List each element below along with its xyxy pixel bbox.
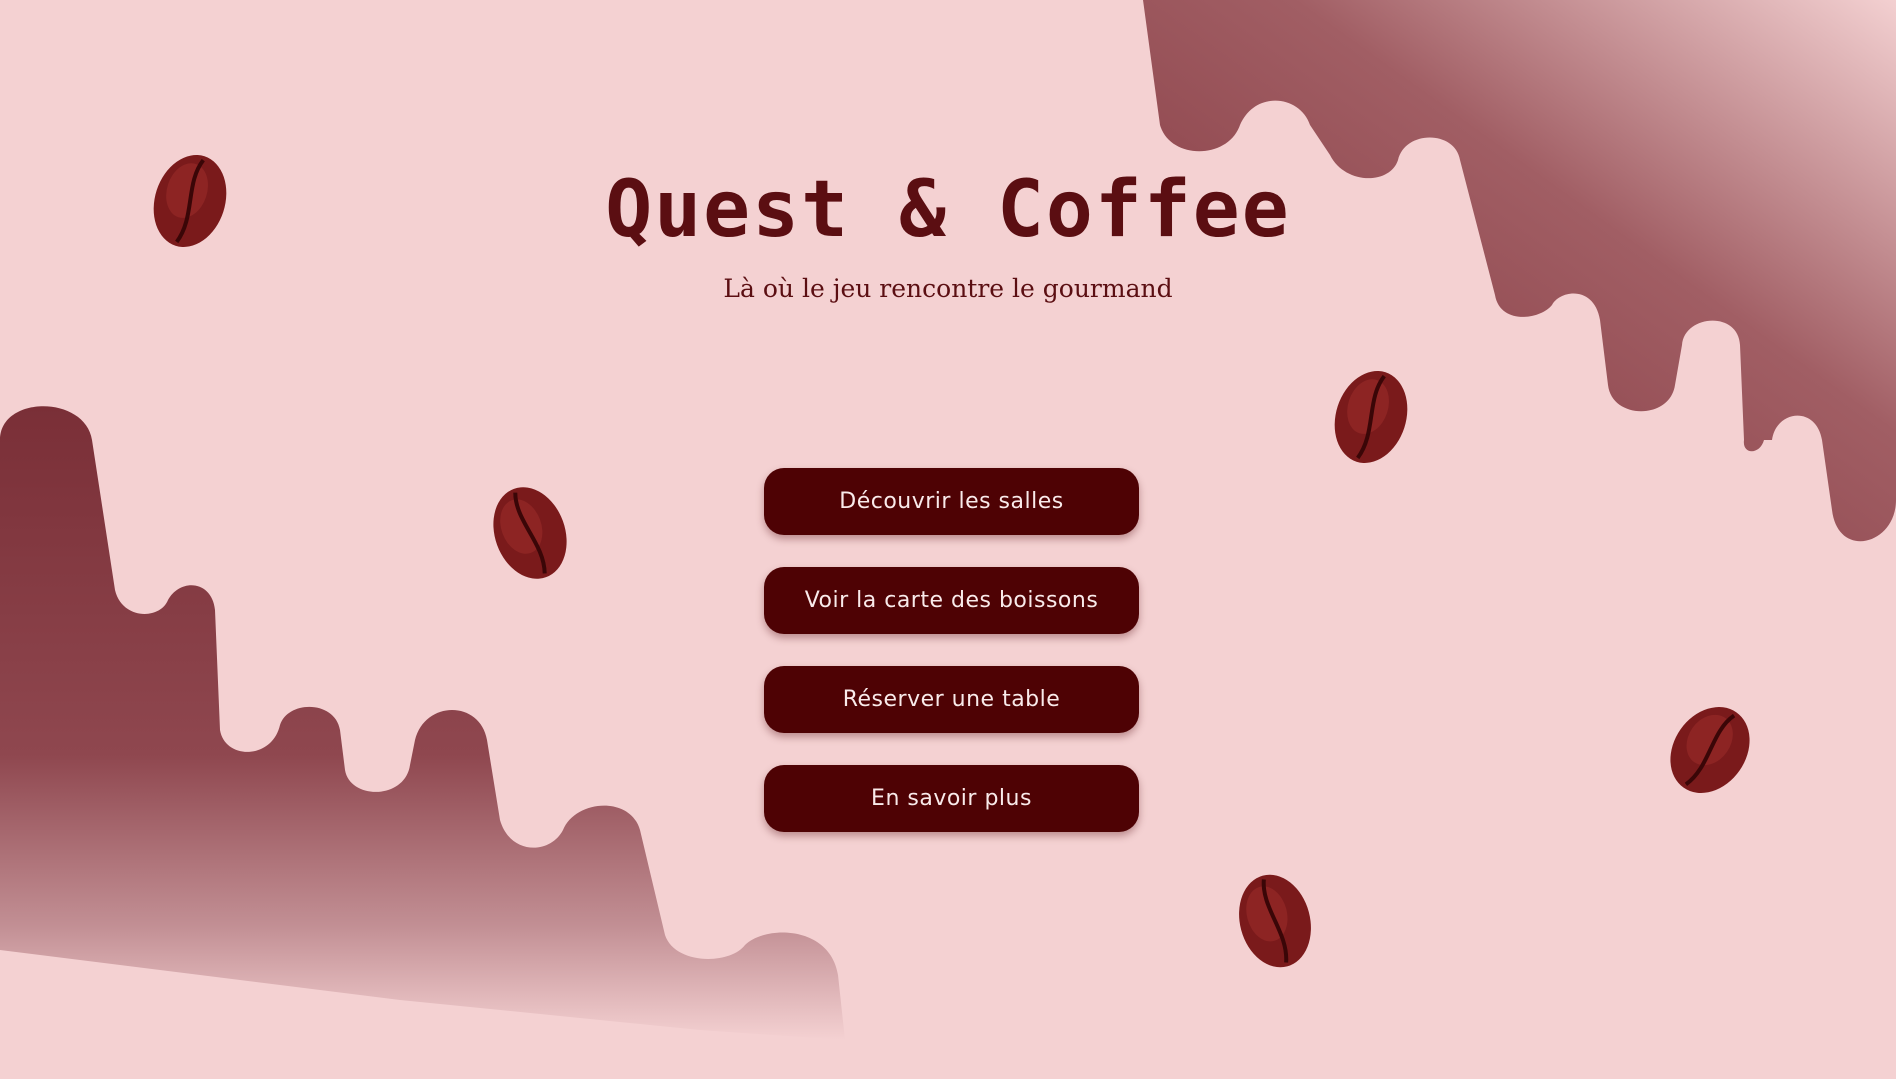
drinks-menu-button[interactable]: Voir la carte des boissons bbox=[764, 567, 1139, 634]
coffee-bean-icon bbox=[493, 487, 567, 579]
bottom-left-drip bbox=[0, 406, 845, 1040]
page-subtitle: Là où le jeu rencontre le gourmand bbox=[723, 273, 1173, 303]
learn-more-button[interactable]: En savoir plus bbox=[764, 765, 1139, 832]
coffee-bean-icon bbox=[1670, 707, 1750, 793]
coffee-bean-icon bbox=[1239, 874, 1311, 968]
page-header: Quest & Coffee Là où le jeu rencontre le… bbox=[0, 165, 1896, 303]
main-menu: Découvrir les salles Voir la carte des b… bbox=[764, 468, 1139, 864]
discover-rooms-button[interactable]: Découvrir les salles bbox=[764, 468, 1139, 535]
book-table-button[interactable]: Réserver une table bbox=[764, 666, 1139, 733]
page-title: Quest & Coffee bbox=[605, 165, 1291, 255]
coffee-bean-icon bbox=[1334, 371, 1408, 463]
